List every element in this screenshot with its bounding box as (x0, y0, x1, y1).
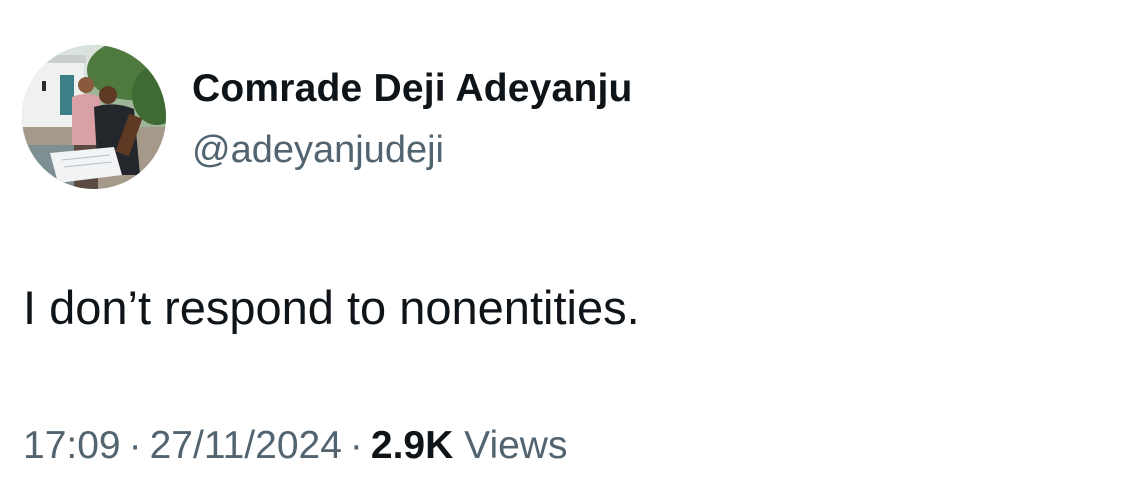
author-handle[interactable]: @adeyanjudeji (192, 127, 444, 173)
meta-separator: · (128, 424, 142, 467)
tweet-meta: 17:09 · 27/11/2024 · 2.9K Views (23, 422, 567, 470)
tweet-time[interactable]: 17:09 (23, 424, 121, 467)
tweet: Comrade Deji Adeyanju @adeyanjudeji I do… (0, 0, 1123, 501)
views-label[interactable]: Views (464, 424, 567, 467)
tweet-text: I don’t respond to nonentities. (23, 281, 640, 334)
profile-photo-icon (22, 45, 166, 189)
tweet-date[interactable]: 27/11/2024 (150, 424, 342, 467)
author-display-name[interactable]: Comrade Deji Adeyanju (192, 66, 633, 112)
views-count[interactable]: 2.9K (371, 424, 453, 467)
avatar[interactable] (22, 45, 166, 189)
meta-separator: · (349, 424, 363, 467)
